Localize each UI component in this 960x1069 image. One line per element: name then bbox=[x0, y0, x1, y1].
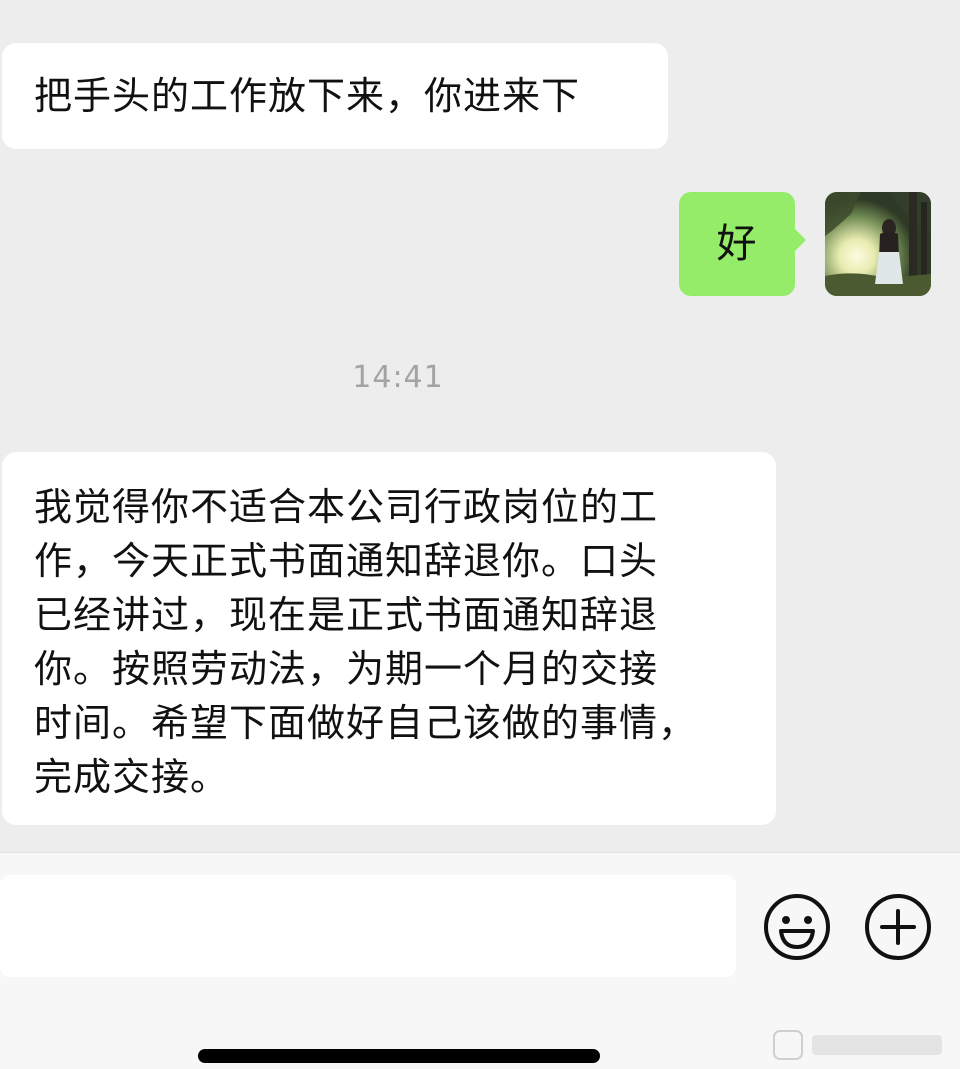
message-text-line: 完成交接。 bbox=[34, 755, 230, 799]
message-text: 把手头的工作放下来，你进来下 bbox=[34, 74, 581, 118]
watermark-logo bbox=[773, 1030, 942, 1060]
avatar-photo bbox=[825, 192, 931, 296]
message-text-line: 已经讲过，现在是正式书面通知辞退 bbox=[34, 593, 659, 637]
chat-message-list[interactable]: 把手头的工作放下来，你进来下 好 14:41 我觉得你不适合本公司行政岗位的工 … bbox=[0, 0, 960, 852]
message-text-line: 你。按照劳动法，为期一个月的交接 bbox=[34, 647, 659, 691]
message-text-line: 作，今天正式书面通知辞退你。口头 bbox=[34, 539, 659, 583]
message-input[interactable] bbox=[0, 875, 736, 977]
input-bar bbox=[0, 852, 960, 1069]
message-text: 好 bbox=[716, 221, 758, 267]
user-avatar[interactable] bbox=[825, 192, 931, 296]
received-message-bubble[interactable]: 我觉得你不适合本公司行政岗位的工 作，今天正式书面通知辞退你。口头 已经讲过，现… bbox=[2, 452, 776, 825]
plus-circle-icon bbox=[865, 894, 931, 960]
message-text-line: 我觉得你不适合本公司行政岗位的工 bbox=[34, 485, 659, 529]
received-message-bubble[interactable]: 把手头的工作放下来，你进来下 bbox=[2, 43, 668, 149]
message-text-line: 时间。希望下面做好自己该做的事情， bbox=[34, 701, 698, 745]
sent-message-bubble[interactable]: 好 bbox=[679, 192, 806, 296]
smiley-face-icon bbox=[764, 894, 830, 960]
emoji-button[interactable] bbox=[763, 893, 831, 961]
more-actions-button[interactable] bbox=[864, 893, 932, 961]
message-timestamp: 14:41 bbox=[352, 360, 444, 395]
home-indicator bbox=[198, 1049, 600, 1063]
